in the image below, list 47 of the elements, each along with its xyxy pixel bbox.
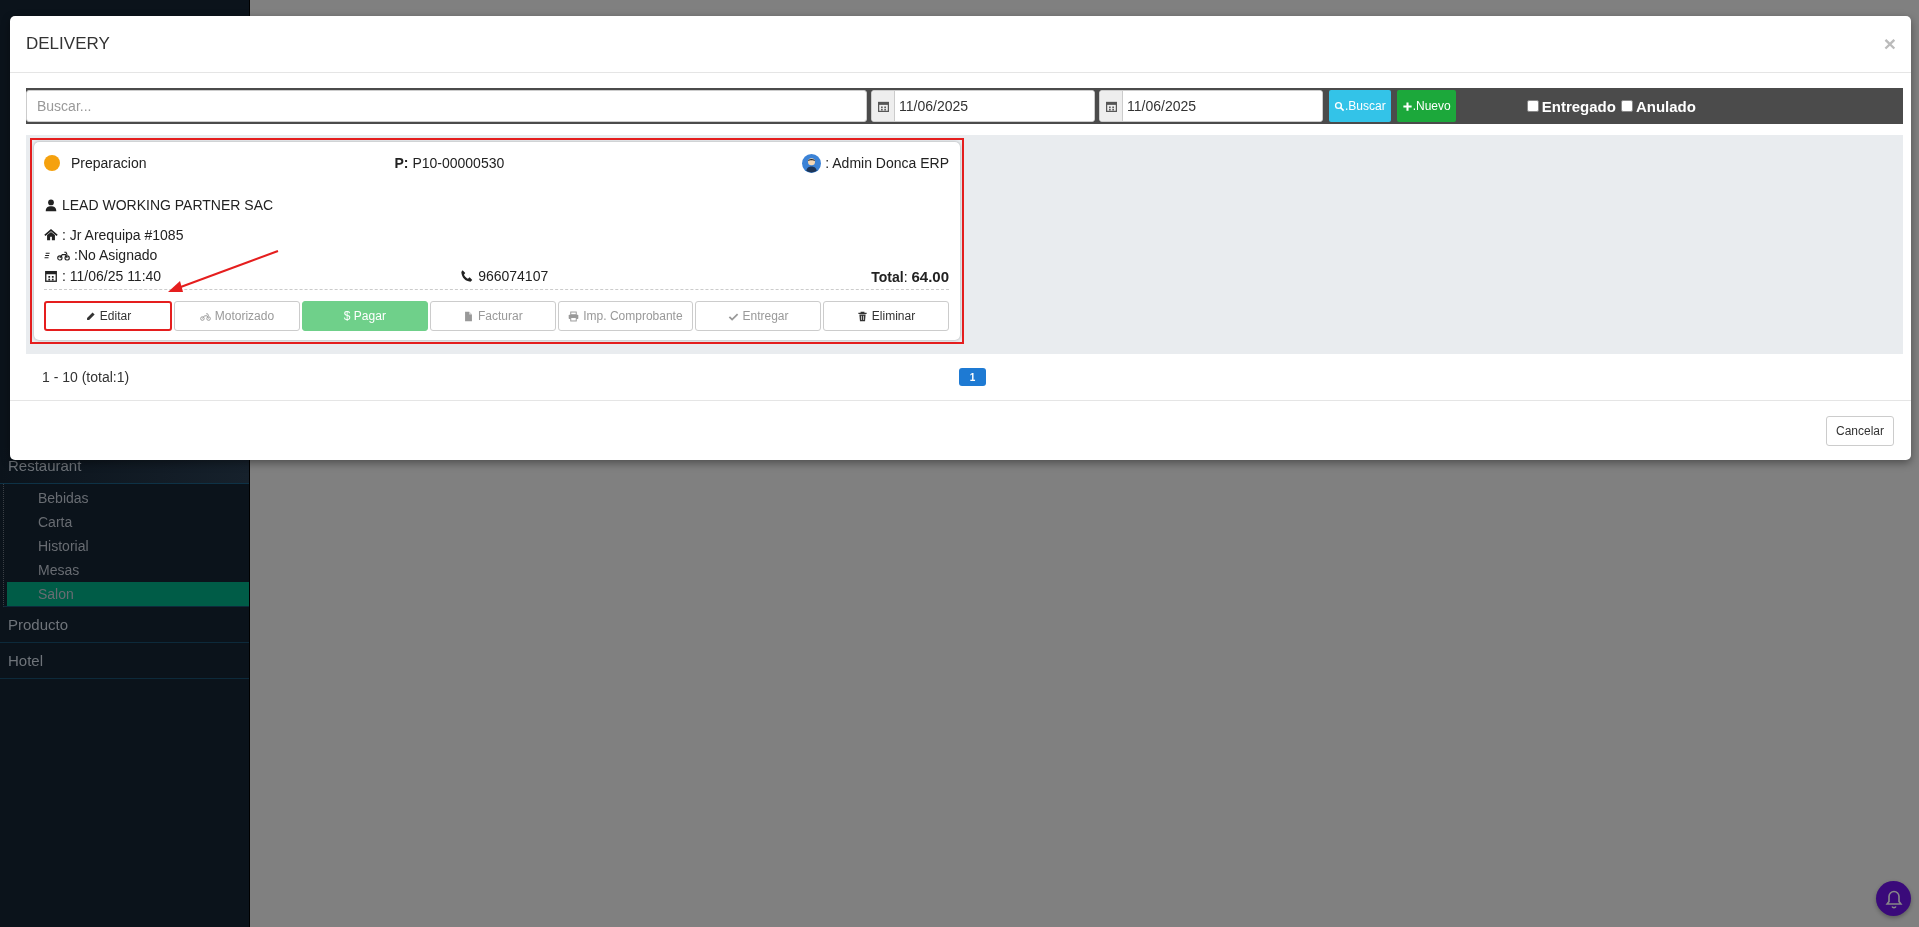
user-name: : Admin Donca ERP [825,155,949,171]
sidebar-subitem[interactable]: Carta [7,510,249,534]
driver-status: :No Asignado [74,247,158,263]
search-button[interactable]: .Buscar [1329,90,1391,122]
order-date: : 11/06/25 11:40 [62,268,162,284]
date-field[interactable]: 11/06/2025 [871,90,1095,122]
phone-icon [460,269,475,283]
address: : Jr Arequipa #1085 [62,227,184,243]
phone-number: 966074107 [478,268,549,284]
document-icon [463,310,474,322]
edit-button[interactable]: Editar [44,301,172,331]
pagination-summary: 1 - 10 (total:1) [42,369,131,385]
close-button[interactable]: × [1883,32,1896,56]
order-status: Preparacion [71,155,147,171]
motorcycle-icon [199,310,211,322]
sidebar-subitem[interactable]: Mesas [7,558,249,582]
trash-icon [856,310,868,322]
sidebar-subitem[interactable]: Historial [7,534,249,558]
new-button[interactable]: .Nuevo [1396,90,1456,122]
sidebar-item[interactable]: Hotel [0,643,249,679]
calendar-icon [1104,99,1118,113]
pencil-icon [84,310,96,322]
cancel-button[interactable]: Cancelar [1825,415,1894,446]
calendar-icon [44,269,58,283]
customer-name: LEAD WORKING PARTNER SAC [62,197,274,213]
bell-icon [1883,888,1904,909]
printer-icon [568,310,580,322]
home-icon [44,228,58,242]
order-total: Total: 64.00 [871,267,949,285]
date-field[interactable]: 11/06/2025 [1099,90,1323,122]
dialog-title: DELIVERY [26,34,110,54]
search-icon [1334,100,1345,112]
calendar-icon [876,99,890,113]
avatar-icon [802,153,822,173]
sidebar-item[interactable]: Producto [0,607,249,643]
checkbox-label: Anulado [1635,97,1696,115]
plus-icon [1401,100,1413,112]
delete-button[interactable]: Eliminar [823,301,949,331]
order-number: P: P10-00000530 [394,155,505,171]
page-button[interactable]: 1 [959,368,986,386]
sidebar-subitem[interactable]: Bebidas [7,486,249,510]
person-icon [44,198,58,212]
notification-button[interactable] [1876,881,1911,916]
checkbox[interactable] [1526,100,1539,112]
checkbox[interactable] [1620,100,1633,112]
checkbox-label: Entregado [1541,97,1616,115]
search-field[interactable]: Buscar... [26,90,867,122]
